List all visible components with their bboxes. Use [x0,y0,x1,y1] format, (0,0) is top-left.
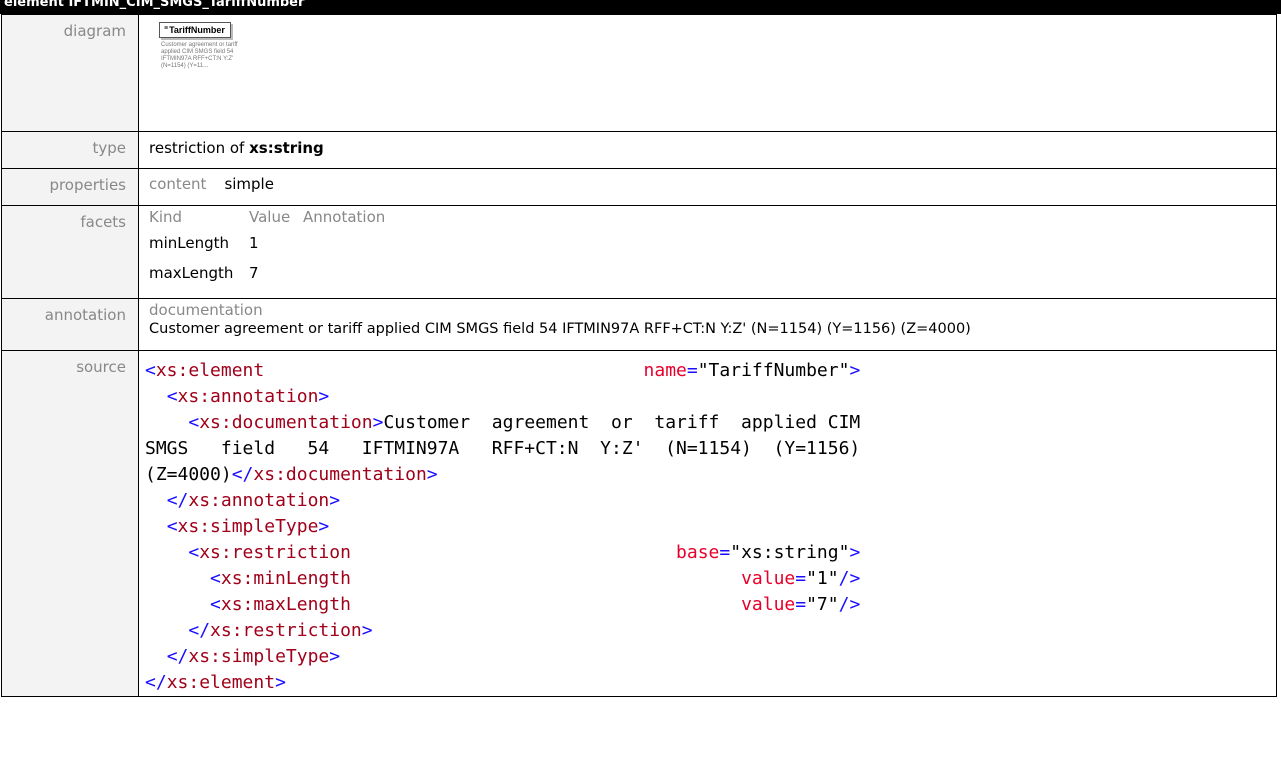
element-doc-table: diagram ≡TariffNumber Customer agreement… [1,14,1277,697]
facet-value: 1 [249,234,259,252]
diagram-element-box[interactable]: ≡TariffNumber [159,22,231,38]
facet-kind: maxLength [149,264,234,282]
facets-header-row: Kind Value Annotation [149,208,1276,228]
properties-row: properties content simple [1,168,1277,206]
facet-kind: minLength [149,234,230,252]
diagram-row: diagram ≡TariffNumber Customer agreement… [1,14,1277,132]
diagram-element-name: TariffNumber [169,25,225,35]
diagram-doc-preview: Customer agreement or tariff applied CIM… [161,42,238,69]
facet-row: minLength 1 [149,228,1276,258]
annotation-row: annotation documentation Customer agreem… [1,298,1277,351]
diagram-label: diagram [1,14,139,132]
facets-header-kind: Kind [149,208,183,226]
properties-label: properties [1,168,139,206]
facets-label: facets [1,205,139,299]
annotation-label: annotation [1,298,139,351]
annotation-key: documentation [149,301,263,319]
facets-header-value: Value [249,208,291,226]
type-label: type [1,131,139,169]
source-label: source [1,350,139,697]
type-base-link[interactable]: xs:string [249,139,324,157]
facets-header-annotation: Annotation [303,208,386,226]
page-title: element IFTMIN_CIM_SMGS_TariffNumber [4,0,305,10]
facets-row: facets Kind Value Annotation minLength 1… [1,205,1277,299]
annotation-text: Customer agreement or tariff applied CIM… [149,321,971,337]
type-prefix: restriction of [149,139,245,157]
type-row: type restriction of xs:string [1,131,1277,169]
facet-row: maxLength 7 [149,258,1276,288]
element-marker-icon: ≡ [164,25,169,32]
source-code-block: <xs:element name="TariffNumber"> <xs:ann… [145,360,861,693]
facet-value: 7 [249,264,259,282]
properties-key: content [149,175,207,193]
facets-table: Kind Value Annotation minLength 1 maxLen… [149,208,1276,288]
properties-value: simple [224,175,274,193]
page-header-bar: element IFTMIN_CIM_SMGS_TariffNumber [0,0,1281,14]
source-row: source <xs:element name="TariffNumber"> … [1,350,1277,697]
